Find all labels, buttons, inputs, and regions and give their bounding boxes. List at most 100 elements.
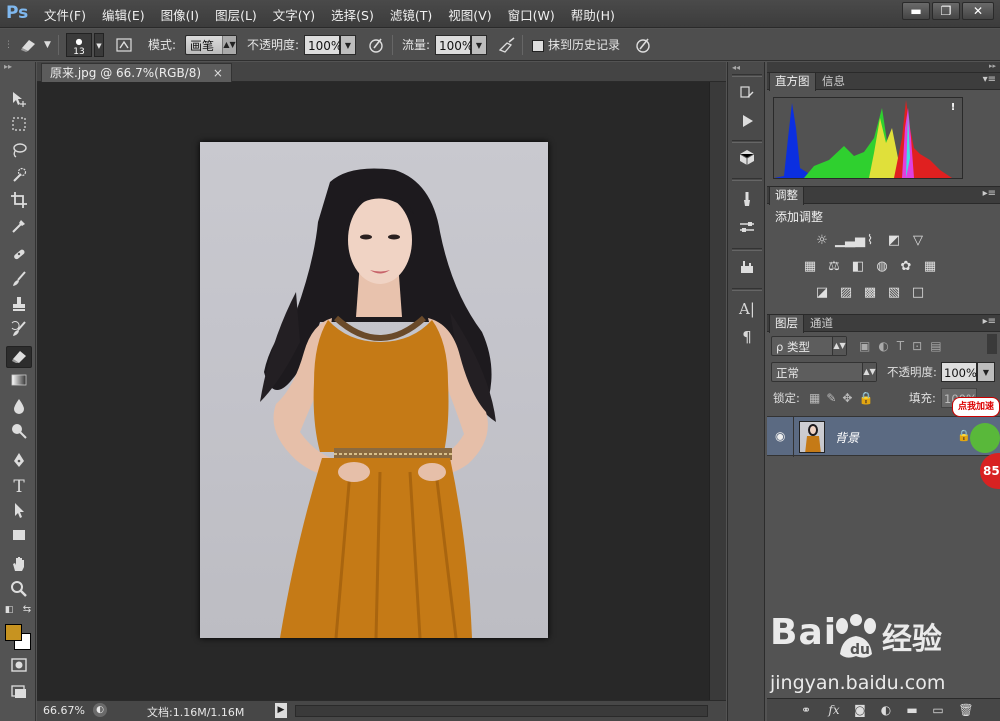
actions-panel-icon[interactable] xyxy=(735,112,759,134)
adjustments-panel-menu-icon[interactable]: ▸≡ xyxy=(983,188,996,199)
rectangle-tool-icon[interactable] xyxy=(6,526,32,548)
blur-tool-icon[interactable] xyxy=(6,397,32,419)
photo-filter-icon[interactable]: ◍ xyxy=(871,258,893,276)
gradient-tool-icon[interactable] xyxy=(6,371,32,393)
levels-icon[interactable]: ▁▃▅ xyxy=(835,232,865,250)
menu-file[interactable]: 文件(F) xyxy=(44,5,86,24)
pen-tool-icon[interactable] xyxy=(6,451,32,473)
document-tab[interactable]: 原来.jpg @ 66.7%(RGB/8) × xyxy=(41,63,232,82)
black-white-icon[interactable]: ◧ xyxy=(847,258,869,276)
document-tab-close-icon[interactable]: × xyxy=(213,66,223,80)
menu-image[interactable]: 图像(I) xyxy=(161,5,199,24)
color-balance-icon[interactable]: ⚖ xyxy=(823,258,845,276)
lasso-tool-icon[interactable] xyxy=(6,141,32,163)
new-layer-icon[interactable]: ▭ xyxy=(929,702,947,718)
horizontal-scrollbar[interactable] xyxy=(295,705,708,717)
mode-dropdown[interactable]: 画笔 ▲▼ xyxy=(185,35,237,55)
tab-histogram[interactable]: 直方图 xyxy=(769,73,816,91)
foreground-color-swatch[interactable] xyxy=(5,624,22,641)
hue-saturation-icon[interactable]: ▦ xyxy=(799,258,821,276)
posterize-icon[interactable]: ▨ xyxy=(835,284,857,302)
brush-tool-icon[interactable] xyxy=(6,270,32,292)
gradient-map-icon[interactable]: ▧ xyxy=(883,284,905,302)
layer-filter-icons[interactable]: ▣◐T⊡▤ xyxy=(859,336,979,356)
menu-window[interactable]: 窗口(W) xyxy=(508,5,555,24)
lock-icons[interactable]: ▦✎✥🔒 xyxy=(809,388,879,408)
erase-to-history-option[interactable]: 抹到历史记录 xyxy=(532,35,620,55)
minimize-button[interactable]: ▬ xyxy=(902,2,930,20)
layer-opacity-input[interactable]: 100% xyxy=(941,362,977,382)
size-pressure-icon[interactable] xyxy=(632,35,654,57)
history-brush-tool-icon[interactable] xyxy=(6,320,32,342)
color-lookup-icon[interactable]: ▦ xyxy=(919,258,941,276)
brush-picker-arrow-icon[interactable]: ▼ xyxy=(94,33,104,57)
tab-channels[interactable]: 通道 xyxy=(805,315,838,333)
healing-brush-tool-icon[interactable] xyxy=(6,245,32,267)
layer-filter-toggle[interactable] xyxy=(987,334,997,354)
character-panel-icon[interactable]: A| xyxy=(735,298,759,320)
preset-dropdown-arrow-icon[interactable]: ▼ xyxy=(44,35,51,55)
photo-image[interactable] xyxy=(200,142,548,638)
restore-button[interactable]: ❐ xyxy=(932,2,960,20)
speed-boost-badge[interactable]: 点我加速 85 xyxy=(952,397,1000,497)
zoom-level[interactable]: 66.67% xyxy=(43,704,85,717)
layer-opacity-dropdown-icon[interactable]: ▼ xyxy=(977,362,995,382)
link-layers-icon[interactable]: ⚭ xyxy=(797,702,815,718)
quick-mask-icon[interactable] xyxy=(6,656,32,678)
erase-to-history-checkbox[interactable] xyxy=(532,39,544,52)
flow-input[interactable]: 100% xyxy=(435,35,473,55)
brightness-contrast-icon[interactable]: ☼ xyxy=(811,232,833,250)
hand-tool-icon[interactable] xyxy=(6,555,32,577)
tab-adjustments[interactable]: 调整 xyxy=(769,187,804,205)
opacity-dropdown-icon[interactable]: ▼ xyxy=(340,35,356,55)
histogram-warning-icon[interactable]: ! xyxy=(946,102,960,114)
canvas[interactable] xyxy=(37,82,709,700)
brush-presets-icon[interactable] xyxy=(735,190,759,212)
selective-color-icon[interactable]: □ xyxy=(907,284,929,302)
screen-mode-icon[interactable] xyxy=(6,682,32,704)
menu-help[interactable]: 帮助(H) xyxy=(571,5,615,24)
vertical-scrollbar[interactable] xyxy=(709,82,726,700)
curves-icon[interactable]: ⌇ xyxy=(859,232,881,250)
layer-filter-dropdown[interactable]: ρ 类型 ▲▼ xyxy=(771,336,847,356)
menu-edit[interactable]: 编辑(E) xyxy=(102,5,145,24)
menu-layer[interactable]: 图层(L) xyxy=(215,5,257,24)
status-info-icon[interactable]: ◐ xyxy=(93,703,107,717)
speed-badge-label[interactable]: 点我加速 xyxy=(952,397,1000,417)
menu-select[interactable]: 选择(S) xyxy=(331,5,374,24)
threshold-icon[interactable]: ▩ xyxy=(859,284,881,302)
flow-dropdown-icon[interactable]: ▼ xyxy=(471,35,487,55)
brush-size-picker[interactable]: ● 13 xyxy=(66,33,92,57)
new-adjustment-layer-icon[interactable]: ◐ xyxy=(877,702,895,718)
histogram-panel-menu-icon[interactable]: ▾≡ xyxy=(983,74,996,85)
vibrance-icon[interactable]: ▽ xyxy=(907,232,929,250)
path-selection-tool-icon[interactable] xyxy=(6,501,32,523)
layer-visibility-eye-icon[interactable]: ◉ xyxy=(775,429,785,443)
clone-stamp-tool-icon[interactable] xyxy=(6,295,32,317)
eraser-tool-icon[interactable] xyxy=(6,346,32,368)
menu-filter[interactable]: 滤镜(T) xyxy=(390,5,432,24)
opacity-pressure-icon[interactable] xyxy=(365,35,387,57)
zoom-tool-icon[interactable] xyxy=(6,580,32,602)
move-tool-icon[interactable] xyxy=(6,90,32,112)
type-tool-icon[interactable]: T xyxy=(6,476,32,498)
crop-tool-icon[interactable] xyxy=(6,191,32,213)
panels-collapse-icon[interactable]: ▸▸ xyxy=(989,62,996,70)
paragraph-panel-icon[interactable]: ¶ xyxy=(735,326,759,348)
layer-name[interactable]: 背景 xyxy=(835,429,859,446)
channel-mixer-icon[interactable]: ✿ xyxy=(895,258,917,276)
default-colors-icon[interactable]: ◧ xyxy=(2,604,16,616)
status-menu-arrow-icon[interactable]: ▶ xyxy=(275,703,287,718)
marquee-tool-icon[interactable] xyxy=(6,115,32,137)
layer-style-icon[interactable]: fx xyxy=(825,702,843,718)
exposure-icon[interactable]: ◩ xyxy=(883,232,905,250)
layers-panel-menu-icon[interactable]: ▸≡ xyxy=(983,316,996,327)
quick-selection-tool-icon[interactable] xyxy=(6,166,32,188)
invert-icon[interactable]: ◪ xyxy=(811,284,833,302)
opacity-input[interactable]: 100% xyxy=(304,35,342,55)
tool-presets-icon[interactable] xyxy=(735,258,759,280)
blend-mode-dropdown[interactable]: 正常 ▲▼ xyxy=(771,362,877,382)
add-mask-icon[interactable]: ◙ xyxy=(851,702,869,718)
3d-panel-icon[interactable] xyxy=(735,148,759,170)
new-group-icon[interactable]: ▬ xyxy=(903,702,921,718)
